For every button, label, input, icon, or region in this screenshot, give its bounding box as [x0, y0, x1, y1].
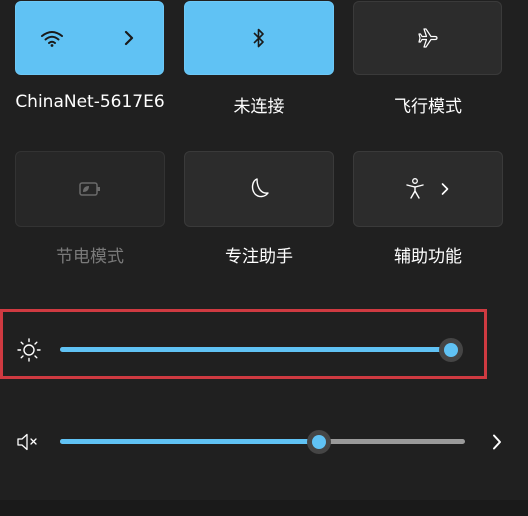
- speaker-muted-icon[interactable]: [16, 431, 42, 457]
- volume-slider-thumb[interactable]: [307, 430, 331, 454]
- airplane-icon: [416, 26, 440, 50]
- accessibility-tile[interactable]: [353, 151, 503, 227]
- airplane-mode-tile[interactable]: [353, 1, 502, 75]
- footer-bar: [0, 500, 528, 516]
- brightness-slider-fill: [60, 347, 451, 352]
- accessibility-icon: [405, 177, 425, 201]
- brightness-slider-thumb[interactable]: [439, 338, 463, 362]
- wifi-chevron-icon[interactable]: [123, 30, 135, 46]
- wifi-icon: [40, 29, 64, 47]
- airplane-mode-tile-label: 飞行模式: [394, 97, 462, 117]
- volume-slider-fill: [60, 439, 319, 444]
- chevron-right-icon[interactable]: [490, 433, 504, 455]
- battery-saver-tile[interactable]: [15, 151, 165, 227]
- moon-icon: [248, 177, 270, 201]
- sun-icon: [16, 337, 42, 367]
- accessibility-tile-label: 辅助功能: [394, 247, 462, 267]
- bluetooth-icon: [252, 27, 266, 49]
- brightness-slider[interactable]: [60, 338, 463, 362]
- battery-saver-tile-label: 节电模式: [56, 247, 124, 267]
- quick-settings-panel: ChinaNet-5617E6 未连接 飞行模式 节电模式 专注助手 辅助功能: [0, 0, 528, 516]
- battery-saver-icon: [77, 180, 103, 198]
- accessibility-chevron-icon[interactable]: [440, 182, 450, 196]
- bluetooth-tile[interactable]: [184, 1, 334, 75]
- wifi-tile[interactable]: [15, 1, 164, 75]
- wifi-tile-label: ChinaNet-5617E6: [15, 92, 165, 112]
- volume-slider[interactable]: [60, 430, 465, 454]
- focus-assist-tile[interactable]: [184, 151, 334, 227]
- focus-assist-tile-label: 专注助手: [225, 247, 293, 267]
- bluetooth-tile-label: 未连接: [233, 97, 285, 117]
